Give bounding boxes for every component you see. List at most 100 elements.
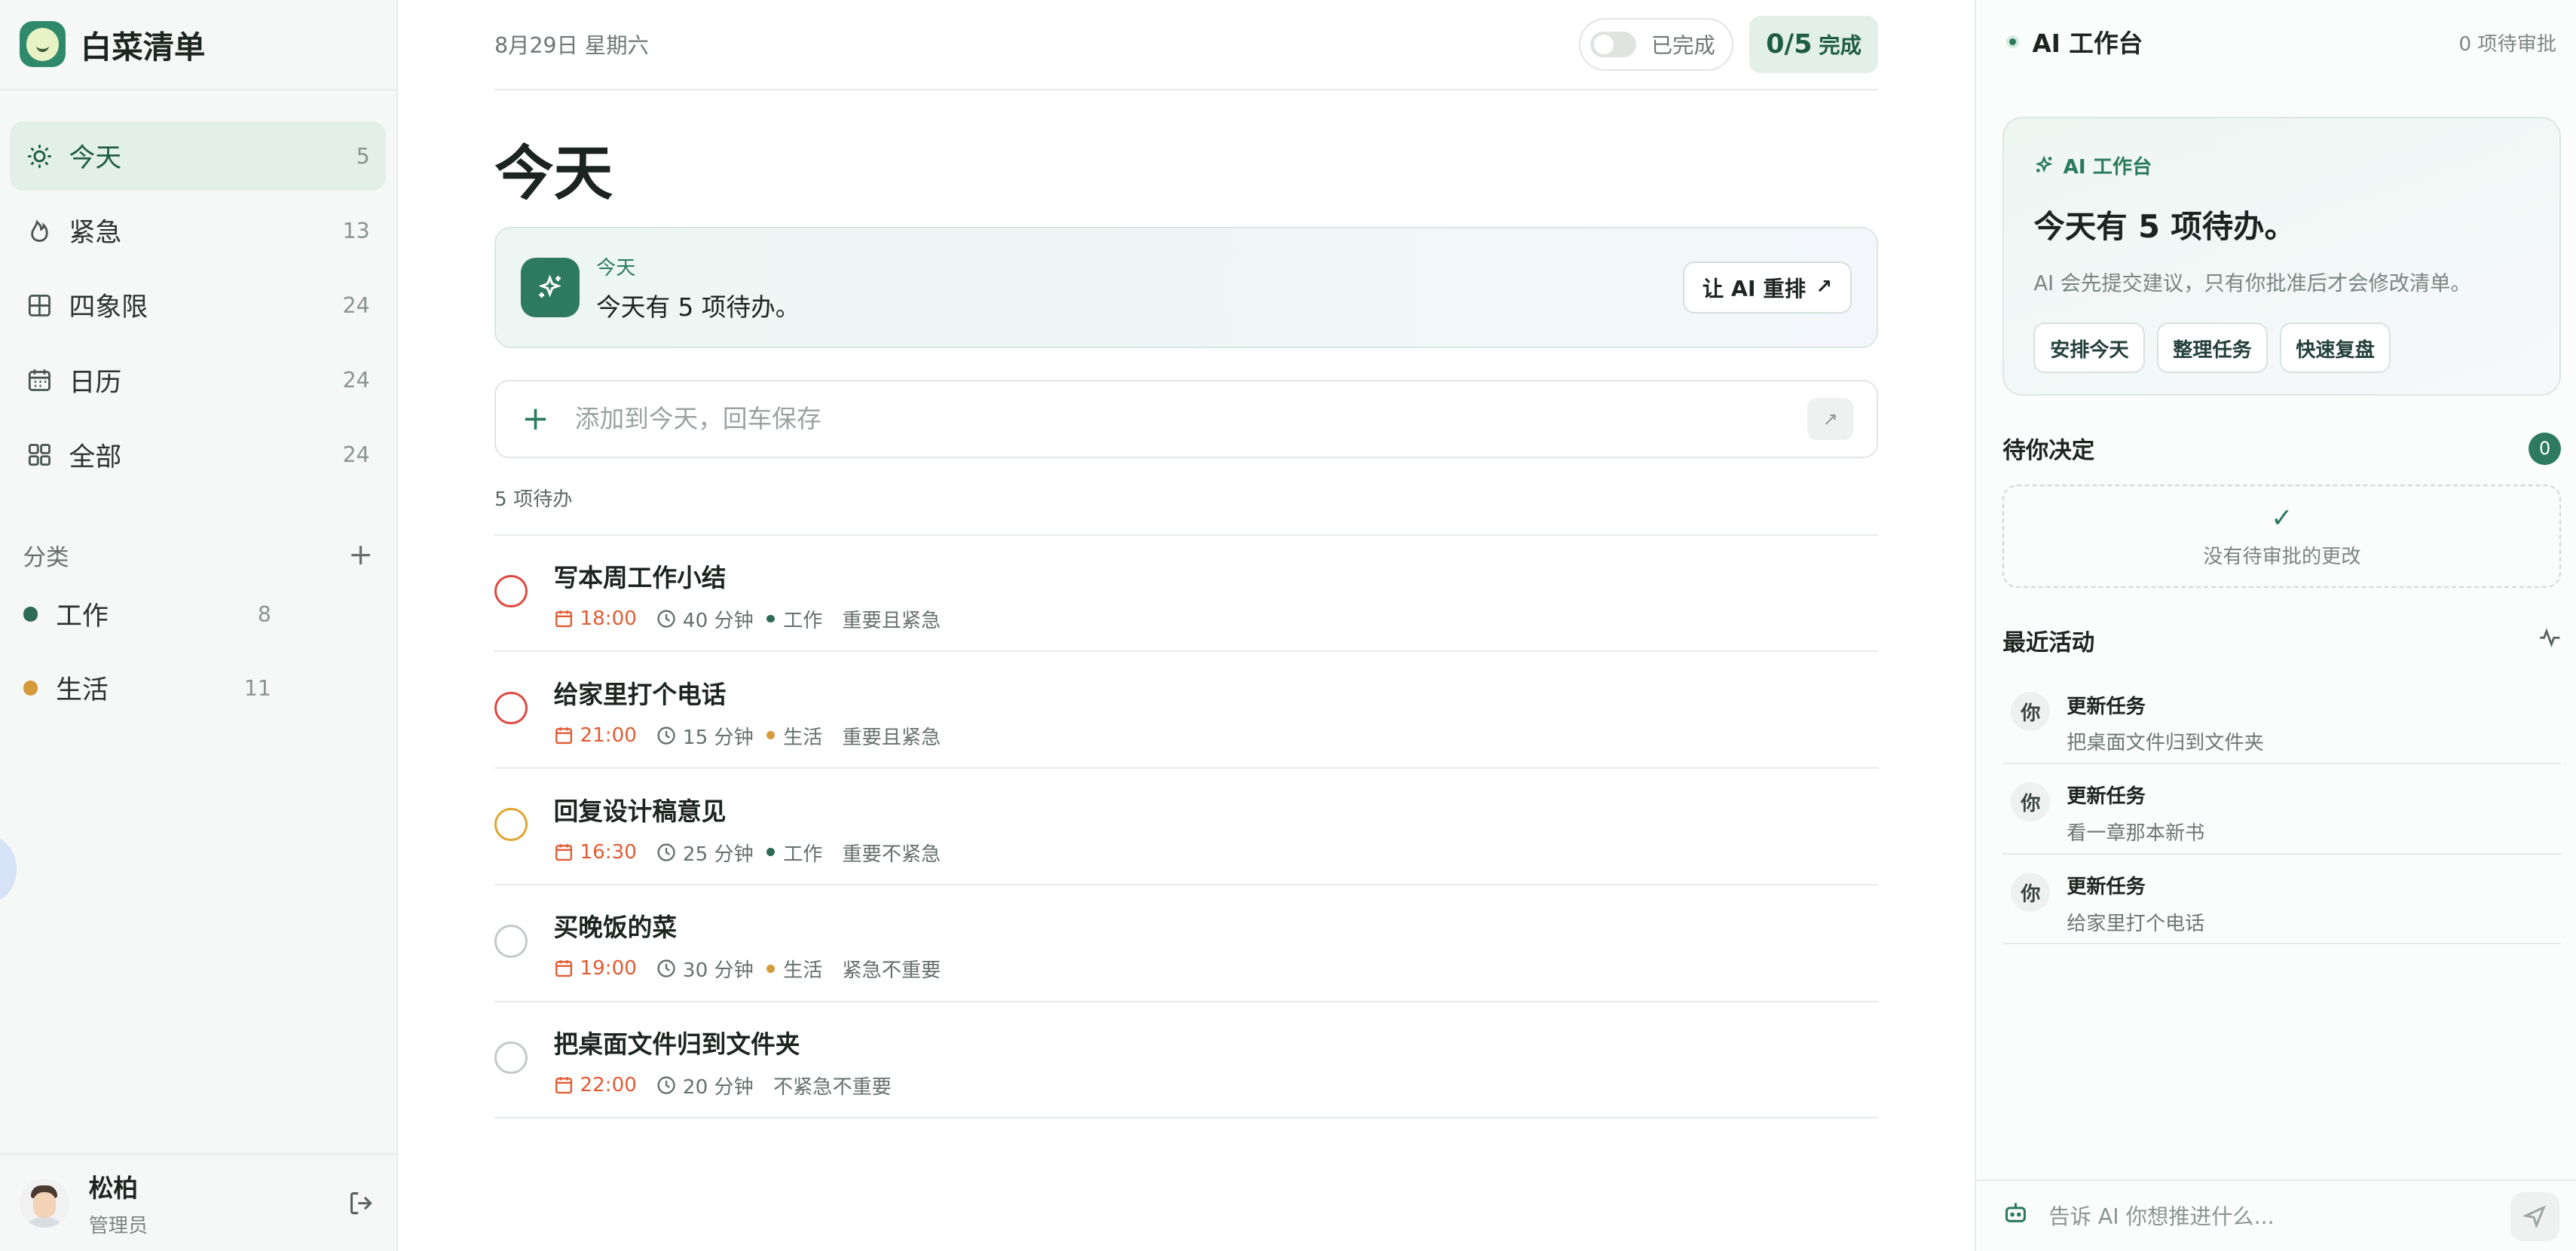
task-count-label: 5 项待办 <box>494 488 573 511</box>
task-checkbox[interactable] <box>494 925 528 958</box>
sidebar: 白菜清单 今天 5 紧急 13 四象限 24 日历 24 全部 24 分类 + … <box>0 0 398 1251</box>
decide-count-badge: 0 <box>2528 432 2562 466</box>
task-row[interactable]: 给家里打个电话 21:00 15 分钟 生活 重要且紧急 <box>494 652 1878 769</box>
task-checkbox[interactable] <box>494 1041 528 1075</box>
category-dot <box>23 681 38 696</box>
task-meta: 19:00 30 分钟 生活 紧急不重要 <box>554 954 941 983</box>
task-duration: 20 分钟 <box>656 1071 754 1100</box>
sidebar-item-quadrant[interactable]: 四象限 24 <box>10 271 386 341</box>
sidebar-item-calendar[interactable]: 日历 24 <box>10 346 386 415</box>
card-subtitle: AI 会先提交建议，只有你批准后才会修改清单。 <box>2033 271 2471 295</box>
task-quadrant: 重要且紧急 <box>842 726 941 749</box>
task-row[interactable]: 写本周工作小结 18:00 40 分钟 工作 重要且紧急 <box>494 536 1878 653</box>
ai-reorder-button[interactable]: 让 AI 重排 ↗ <box>1682 261 1852 314</box>
current-date: 8月29日 星期六 <box>494 33 649 59</box>
bot-icon <box>2002 1200 2029 1233</box>
task-time: 16:30 <box>554 841 637 864</box>
activity-item[interactable]: 你 更新任务 看一章那本新书 <box>2002 764 2562 855</box>
activity-item[interactable]: 你 更新任务 把桌面文件归到文件夹 <box>2002 674 2562 764</box>
sidebar-item-count: 24 <box>342 292 370 318</box>
top-bar: 8月29日 星期六 已完成 0/5 完成 <box>494 0 1878 90</box>
category-dot <box>766 964 776 973</box>
category-dot <box>766 731 776 740</box>
task-time-value: 18:00 <box>580 607 637 631</box>
sidebar-item-all[interactable]: 全部 24 <box>10 421 386 490</box>
activity-pulse-icon[interactable] <box>2538 626 2562 656</box>
activity-item[interactable]: 你 更新任务 给家里打个电话 <box>2002 855 2562 945</box>
task-quadrant: 重要且紧急 <box>842 610 941 633</box>
category-dot <box>766 614 776 623</box>
task-category-value: 工作 <box>783 843 823 866</box>
task-meta: 18:00 40 分钟 工作 重要且紧急 <box>554 604 941 633</box>
floating-handle[interactable] <box>0 836 17 902</box>
add-task-bar: + ↗ <box>494 379 1878 459</box>
check-icon: ✓ <box>2271 503 2293 534</box>
task-time: 19:00 <box>554 957 637 980</box>
plus-icon[interactable]: + <box>348 540 373 570</box>
category-item-life[interactable]: 生活 11 <box>10 653 386 723</box>
sparkle-icon <box>520 258 580 317</box>
sparkle-icon <box>2033 154 2054 176</box>
organize-tasks-button[interactable]: 整理任务 <box>2156 322 2269 374</box>
sidebar-item-urgent[interactable]: 紧急 13 <box>10 196 386 265</box>
task-title: 买晚饭的菜 <box>553 913 678 943</box>
avatar[interactable] <box>20 1179 69 1228</box>
logout-icon[interactable] <box>347 1188 376 1218</box>
task-time-value: 22:00 <box>580 1074 637 1097</box>
progress-badge: 0/5 完成 <box>1749 15 1878 74</box>
task-checkbox[interactable] <box>494 808 528 841</box>
ai-panel: AI 工作台 0 项待审批 AI 工作台 今天有 5 项待办。 AI 会先提交建… <box>1975 0 2576 1251</box>
calendar-icon <box>554 959 574 978</box>
calendar-icon <box>554 609 574 629</box>
progress-label: 完成 <box>1819 33 1862 59</box>
sun-icon <box>26 143 53 170</box>
task-category-value: 工作 <box>783 610 823 633</box>
ai-card: AI 工作台 今天有 5 项待办。 AI 会先提交建议，只有你批准后才会修改清单… <box>2002 116 2562 396</box>
task-row[interactable]: 把桌面文件归到文件夹 22:00 20 分钟 不紧急不重要 <box>494 1002 1878 1119</box>
task-checkbox[interactable] <box>494 691 528 725</box>
clock-icon <box>656 1075 676 1095</box>
clock-icon <box>656 609 676 629</box>
sidebar-item-count: 13 <box>342 218 370 243</box>
brand: 白菜清单 <box>0 0 396 90</box>
plan-today-button[interactable]: 安排今天 <box>2033 322 2146 374</box>
quick-review-button[interactable]: 快速复盘 <box>2279 322 2391 374</box>
banner-kicker: 今天 <box>596 256 636 280</box>
card-kicker: AI 工作台 <box>2033 151 2530 179</box>
activity-avatar: 你 <box>2011 781 2051 821</box>
card-kicker-label: AI 工作台 <box>2063 156 2152 179</box>
category-label: 工作 <box>56 601 109 632</box>
activity-title: 更新任务 <box>2067 876 2146 899</box>
category-item-work[interactable]: 工作 8 <box>10 580 386 649</box>
page-title: 今天 <box>494 138 613 208</box>
sidebar-item-label: 紧急 <box>69 218 122 249</box>
plus-icon[interactable]: + <box>519 400 552 438</box>
sidebar-item-today[interactable]: 今天 5 <box>10 121 387 191</box>
grid-icon <box>26 442 53 468</box>
task-duration: 25 分钟 <box>656 838 754 867</box>
send-icon[interactable] <box>2510 1191 2560 1241</box>
ai-prompt-input[interactable] <box>2048 1204 2510 1229</box>
task-checkbox[interactable] <box>494 574 528 608</box>
task-category: 生活 <box>766 721 822 750</box>
add-task-input[interactable] <box>574 404 1808 433</box>
user-name: 松柏 <box>88 1173 139 1203</box>
clock-icon <box>656 843 676 862</box>
task-meta: 22:00 20 分钟 不紧急不重要 <box>554 1071 892 1100</box>
sidebar-item-label: 日历 <box>69 367 122 398</box>
categories-title: 分类 <box>23 544 69 571</box>
task-title: 把桌面文件归到文件夹 <box>553 1030 800 1060</box>
recent-header: 最近活动 <box>2002 624 2561 657</box>
task-row[interactable]: 买晚饭的菜 19:00 30 分钟 生活 紧急不重要 <box>494 885 1878 1002</box>
quadrant-icon <box>26 292 53 319</box>
task-duration-value: 15 分钟 <box>682 726 754 749</box>
toggle-switch[interactable] <box>1590 31 1637 58</box>
show-completed-toggle[interactable]: 已完成 <box>1579 18 1733 71</box>
task-list: 写本周工作小结 18:00 40 分钟 工作 重要且紧急 给家里打个电话 21:… <box>494 534 1878 1119</box>
task-row[interactable]: 回复设计稿意见 16:30 25 分钟 工作 重要不紧急 <box>494 769 1878 885</box>
category-dot <box>766 848 776 857</box>
task-duration: 15 分钟 <box>656 721 754 750</box>
submit-arrow-icon[interactable]: ↗ <box>1807 397 1854 441</box>
banner-text: 今天有 5 项待办。 <box>596 293 800 323</box>
task-time-value: 21:00 <box>580 723 637 747</box>
